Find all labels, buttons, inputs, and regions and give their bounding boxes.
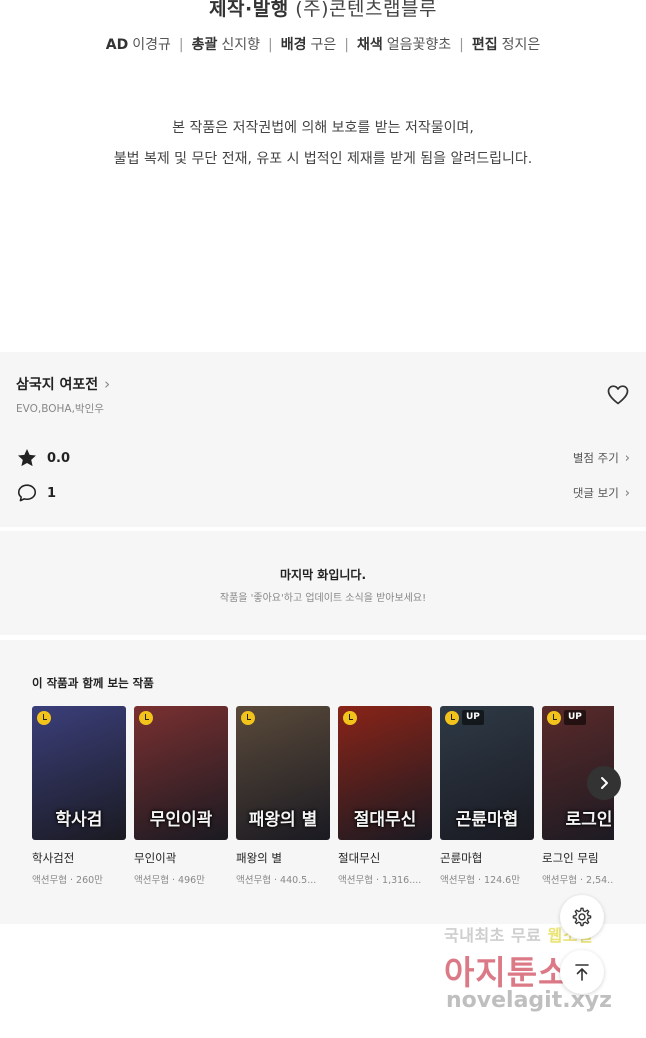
cover-title-art: 절대무신 (353, 810, 417, 830)
clock-badge-icon (241, 711, 255, 725)
series-authors: EVO,BOHA,박인우 (16, 403, 104, 415)
comment-count: 1 (47, 485, 57, 501)
production-company: (주)콘텐츠랩블루 (295, 0, 437, 20)
view-comments-label: 댓글 보기 (572, 486, 619, 500)
recommendations-panel: 이 작품과 함께 보는 작품 학사검 학사검전 액션무협 · 260만 무인이곽 무인이… (0, 640, 646, 924)
clock-badge-icon (343, 711, 357, 725)
cover-image[interactable]: 무인이곽 (134, 706, 228, 840)
production-role: 제작·발행 (209, 0, 289, 20)
last-episode-title: 마지막 화입니다. (279, 568, 367, 582)
rating-row: 0.0 별점 주기 › (16, 446, 630, 470)
gear-icon (572, 907, 592, 927)
copyright-notice-line2: 불법 복제 및 무단 전재, 유포 시 법적인 제재를 받게 됨을 알려드립니다… (113, 151, 533, 167)
cover-title-art: 무인이곽 (149, 810, 213, 830)
recommendation-card[interactable]: 무인이곽 무인이곽 액션무협 · 496만 (134, 706, 228, 886)
recommendation-meta: 액션무협 · 124.6만 (440, 875, 520, 886)
cover-title-art: 로그인 (565, 810, 613, 830)
recommendation-card[interactable]: 절대무신 절대무신 액션무협 · 1,316.... (338, 706, 432, 886)
series-title-link[interactable]: 삼국지 여포전 › (16, 374, 110, 394)
series-info-panel: 삼국지 여포전 › EVO,BOHA,박인우 0.0 별점 주기 › 1 댓글 … (0, 352, 646, 527)
cover-title-art: 곤륜마협 (455, 810, 519, 830)
chevron-right-icon: › (624, 485, 630, 501)
recommendation-meta: 액션무협 · 440.5... (236, 875, 317, 886)
carousel-next-button[interactable] (587, 766, 621, 800)
staff-name: 구은 (310, 37, 337, 53)
staff-name: 이경규 (132, 37, 171, 53)
staff-credits: AD 이경규 | 총괄 신지향 | 배경 구은 | 채색 얼음꽃향초 | 편집 정지은 (0, 34, 646, 54)
credit-separator: | (178, 37, 184, 53)
star-icon (18, 449, 36, 467)
staff-name: 얼음꽃향초 (386, 37, 452, 53)
copyright-notice-line1: 본 작품은 저작권법에 의해 보호를 받는 저작물이며, (172, 120, 474, 136)
rating-value: 0.0 (47, 450, 71, 466)
settings-button[interactable] (560, 895, 604, 939)
last-episode-panel: 마지막 화입니다. 작품을 '좋아요'하고 업데이트 소식을 받아보세요! (0, 531, 646, 635)
clock-badge-icon (547, 711, 561, 725)
recommendation-title[interactable]: 무인이곽 (134, 850, 228, 866)
rate-button[interactable]: 별점 주기 › (573, 450, 630, 466)
recommendation-carousel[interactable]: 학사검 학사검전 액션무협 · 260만 무인이곽 무인이곽 액션무협 · 496만 패왕의… (32, 706, 614, 896)
recommendation-meta: 액션무협 · 2,54... (542, 875, 614, 886)
chevron-right-icon: › (104, 375, 111, 393)
cover-title-art: 학사검 (55, 810, 103, 830)
clock-badge-icon (445, 711, 459, 725)
speech-bubble-icon (17, 484, 37, 502)
recommendation-card[interactable]: 학사검학사검전액션무협 · 260만 (32, 706, 126, 886)
clock-badge-icon (139, 711, 153, 725)
staff-role: 총괄 (191, 37, 218, 53)
recommendation-card[interactable]: 패왕의 별 패왕의 별 액션무협 · 440.5... (236, 706, 330, 886)
credit-separator: | (267, 37, 273, 53)
recommendation-title[interactable]: 학사검전 (32, 850, 126, 866)
recommendation-title[interactable]: 패왕의 별 (236, 850, 330, 866)
staff-role: 채색 (356, 37, 383, 53)
staff-name: 신지향 (221, 37, 260, 53)
recommendation-meta: 액션무협 · 260만 (32, 875, 103, 886)
chevron-right-icon (601, 777, 608, 789)
recommendation-title[interactable]: 절대무신 (338, 850, 432, 866)
recommendation-meta: 액션무협 · 1,316.... (338, 875, 422, 886)
clock-badge-icon (37, 711, 51, 725)
staff-role: 편집 (471, 37, 498, 53)
heart-outline-icon[interactable] (606, 383, 630, 407)
last-episode-subtitle: 작품을 '좋아요'하고 업데이트 소식을 받아보세요! (219, 593, 427, 604)
recommendation-meta: 액션무협 · 496만 (134, 875, 205, 886)
arrow-up-to-top-icon (575, 964, 589, 981)
series-title: 삼국지 여포전 (16, 377, 99, 393)
cover-image[interactable]: 패왕의 별 (236, 706, 330, 840)
cover-title-art: 패왕의 별 (248, 810, 318, 830)
staff-role: AD (105, 37, 129, 53)
recommendations-heading: 이 작품과 함께 보는 작품 (32, 676, 154, 690)
staff-name: 정지은 (501, 37, 541, 53)
scroll-to-top-button[interactable] (560, 950, 604, 994)
recommendation-card[interactable]: UP 곤륜마협 곤륜마협 액션무협 · 124.6만 (440, 706, 534, 886)
cover-image[interactable]: UP 곤륜마협 (440, 706, 534, 840)
staff-role: 배경 (280, 37, 307, 53)
cover-image[interactable]: 학사검 (32, 706, 126, 840)
recommendation-title[interactable]: 곤륜마협 (440, 850, 534, 866)
up-badge: UP (564, 710, 586, 725)
credit-separator: | (459, 37, 464, 53)
watermark-tagline-text: 국내최초 무료 (444, 926, 548, 945)
recommendation-title[interactable]: 로그인 무림 (542, 850, 614, 866)
view-comments-button[interactable]: 댓글 보기 › (573, 485, 630, 501)
rate-label: 별점 주기 (572, 451, 619, 465)
up-badge: UP (462, 710, 484, 725)
production-credit: 제작·발행 (주)콘텐츠랩블루 (0, 0, 646, 21)
comments-row: 1 댓글 보기 › (16, 481, 630, 505)
credit-separator: | (344, 37, 349, 53)
credits-section: 제작·발행 (주)콘텐츠랩블루 AD 이경규 | 총괄 신지향 | 배경 구은 | 채색 얼음꽃향초… (0, 0, 646, 352)
cover-image[interactable]: 절대무신 (338, 706, 432, 840)
chevron-right-icon: › (624, 450, 630, 466)
